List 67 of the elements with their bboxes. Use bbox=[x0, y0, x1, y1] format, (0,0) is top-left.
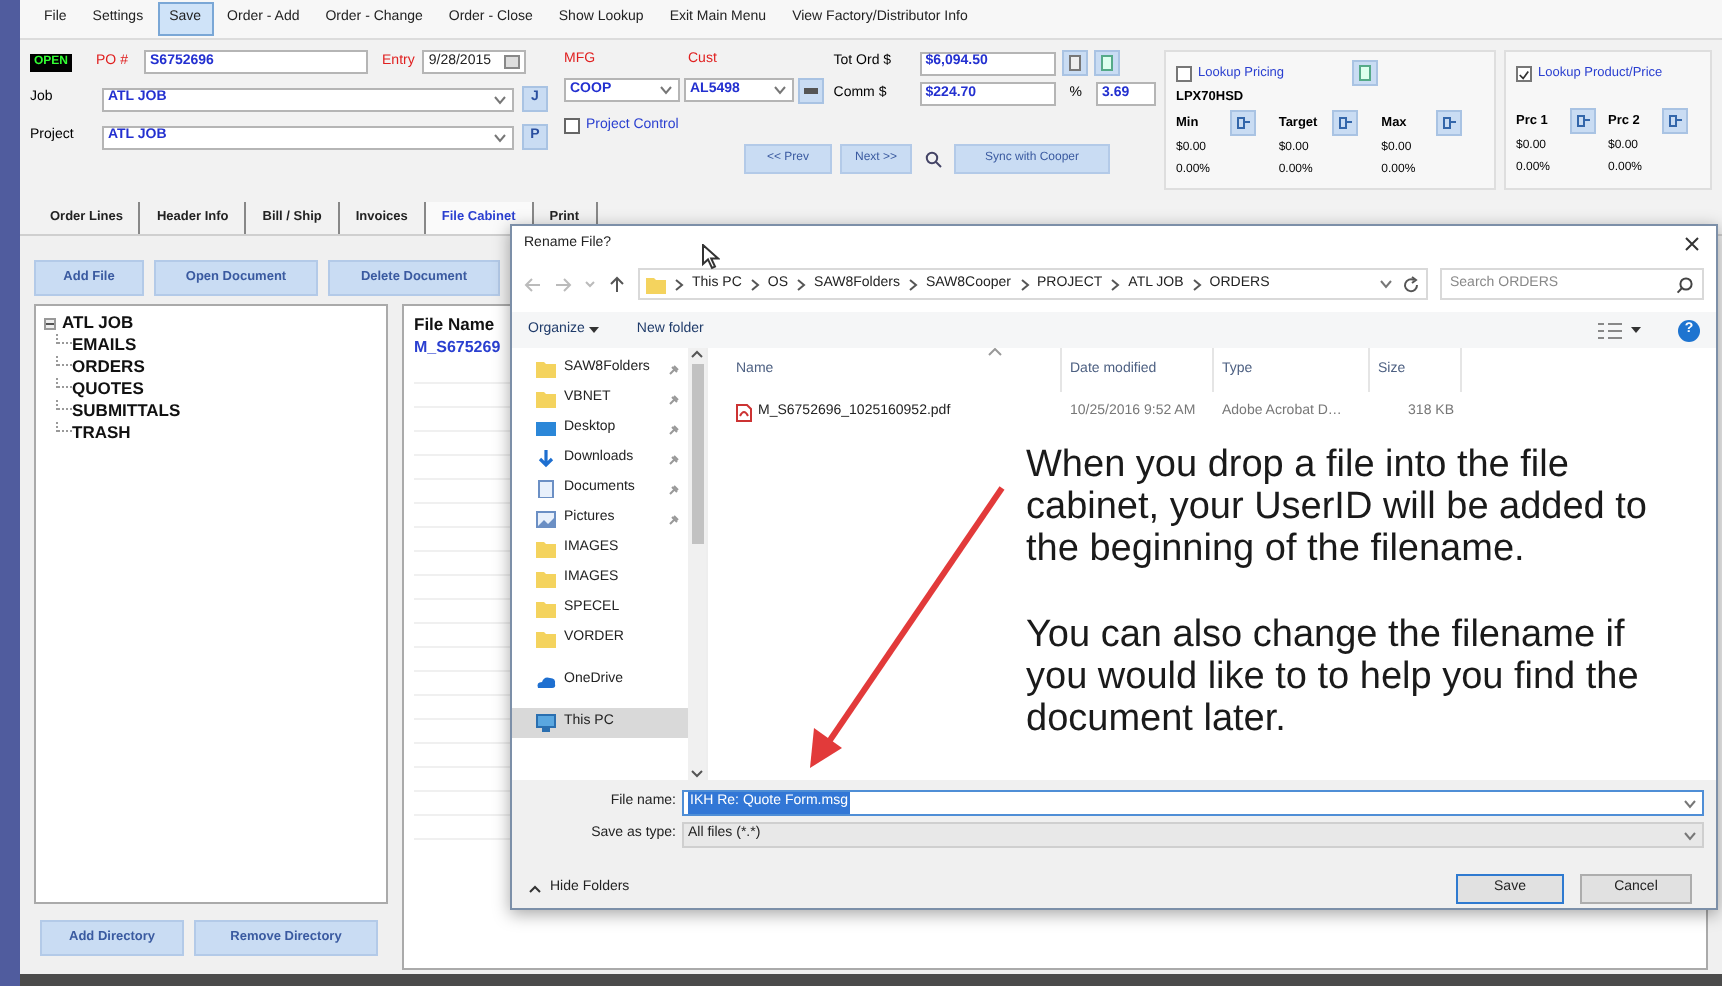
tree-item[interactable]: SUBMITTALS bbox=[72, 400, 181, 422]
computer-icon bbox=[536, 714, 556, 732]
cloud-icon bbox=[536, 672, 556, 690]
price-button[interactable] bbox=[1332, 110, 1359, 136]
tree-item[interactable]: ORDERS bbox=[72, 356, 145, 378]
download-arrow-icon bbox=[536, 450, 556, 468]
chevron-right-icon bbox=[796, 277, 807, 291]
scroll-down-icon bbox=[690, 768, 704, 780]
annotation-text: You can also change the filename if you would like to to help you find the document later. bbox=[1026, 614, 1641, 740]
tree-item[interactable]: ATL JOB bbox=[62, 312, 134, 334]
caret-icon bbox=[1630, 324, 1642, 336]
chevron-down-icon bbox=[492, 91, 508, 107]
price-button[interactable] bbox=[1570, 108, 1596, 134]
chevron-right-icon bbox=[749, 277, 760, 291]
column-header: File Name bbox=[414, 312, 495, 336]
tree-item[interactable]: EMAILS bbox=[72, 334, 137, 356]
document-icon bbox=[536, 480, 556, 498]
pdf-file-icon bbox=[736, 403, 752, 421]
expand-toggle[interactable] bbox=[44, 317, 56, 329]
desktop-icon bbox=[536, 420, 556, 438]
tree-item[interactable]: TRASH bbox=[72, 422, 131, 444]
plug-icon bbox=[1439, 114, 1458, 132]
tree-item[interactable]: QUOTES bbox=[72, 378, 144, 400]
folder-icon bbox=[646, 275, 666, 293]
scrollbar[interactable] bbox=[688, 348, 706, 780]
chevron-down-icon bbox=[1378, 276, 1394, 292]
search-button[interactable] bbox=[920, 146, 946, 172]
up-arrow-icon bbox=[608, 275, 626, 293]
checkbox[interactable] bbox=[1516, 66, 1532, 82]
scroll-up-icon bbox=[690, 348, 704, 360]
plug-icon bbox=[1336, 114, 1355, 132]
forward-arrow-icon bbox=[554, 275, 572, 293]
view-button[interactable] bbox=[1598, 321, 1642, 339]
chevron-right-icon bbox=[907, 277, 918, 291]
list-view-icon bbox=[1598, 321, 1622, 339]
mouse-cursor-icon bbox=[702, 244, 720, 270]
document-icon bbox=[1356, 64, 1374, 83]
checkbox[interactable] bbox=[564, 117, 580, 134]
chevron-right-icon bbox=[1191, 277, 1202, 291]
plug-icon bbox=[1234, 114, 1252, 132]
chevron-right-icon bbox=[1110, 277, 1121, 291]
price-button[interactable] bbox=[1230, 110, 1256, 136]
document-button[interactable] bbox=[1093, 50, 1120, 76]
chevron-down-icon bbox=[492, 129, 508, 145]
annotation-text: When you drop a file into the file cabinet, your UserID will be added to the beginning of the filename. bbox=[1026, 444, 1649, 570]
plug-icon bbox=[1574, 112, 1592, 130]
chevron-down-icon bbox=[772, 82, 788, 98]
caret-icon bbox=[588, 324, 601, 336]
close-button[interactable] bbox=[1680, 232, 1704, 256]
customer-button[interactable] bbox=[798, 77, 824, 103]
calculator-button[interactable] bbox=[1352, 60, 1378, 87]
price-button[interactable] bbox=[1435, 110, 1462, 136]
calendar-icon bbox=[504, 54, 521, 70]
chevron-right-icon bbox=[674, 277, 684, 291]
chevron-down-icon bbox=[658, 82, 674, 98]
search-icon bbox=[1676, 275, 1694, 293]
back-arrow-icon bbox=[524, 275, 542, 293]
chevron-up-icon bbox=[528, 884, 542, 894]
file-name-cell[interactable]: M_S675269 bbox=[414, 336, 501, 360]
plug-icon bbox=[1666, 112, 1684, 130]
picture-icon bbox=[536, 510, 556, 528]
copy-button[interactable] bbox=[1061, 50, 1088, 76]
chevron-down-icon bbox=[584, 278, 596, 290]
checkbox[interactable] bbox=[1176, 65, 1192, 82]
price-button[interactable] bbox=[1662, 108, 1688, 134]
refresh-icon bbox=[1402, 275, 1420, 293]
chevron-right-icon bbox=[1019, 277, 1029, 291]
